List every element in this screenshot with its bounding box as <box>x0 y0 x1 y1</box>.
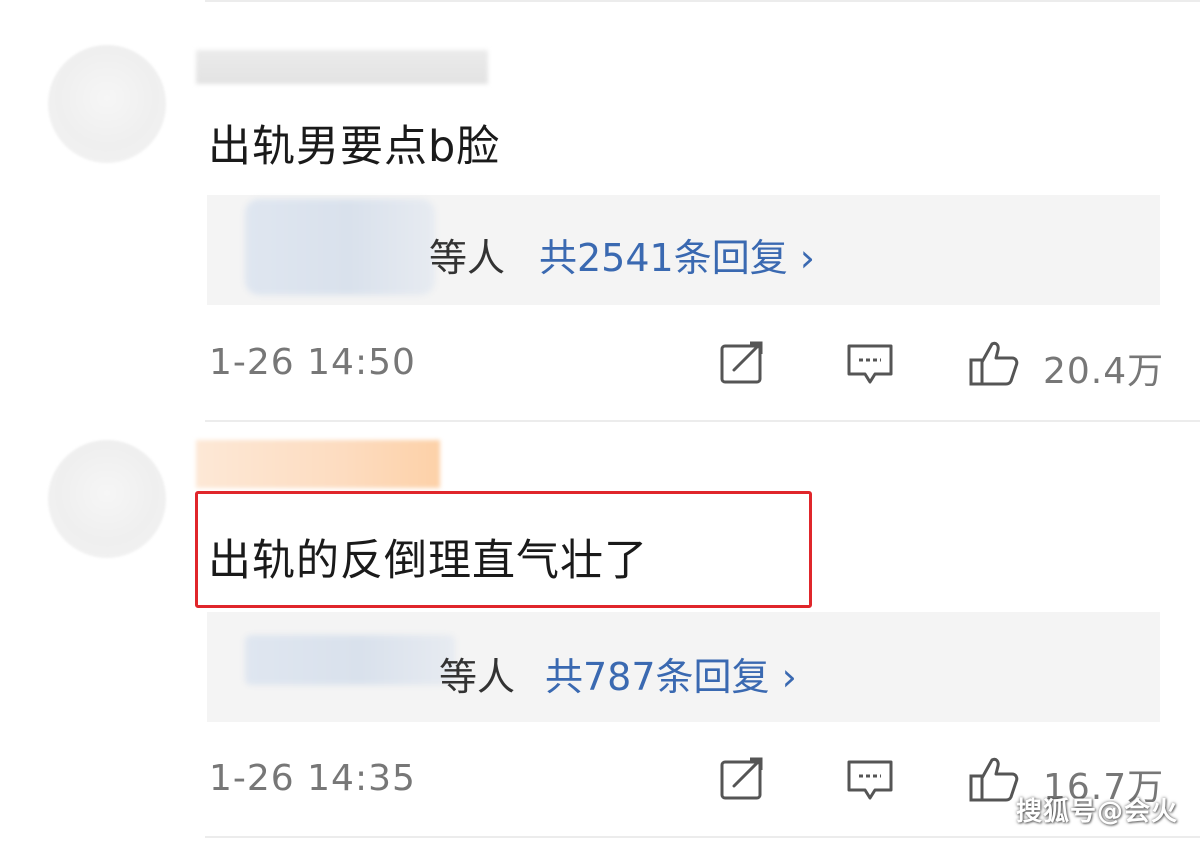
top-divider <box>205 0 1200 2</box>
comment-icon[interactable] <box>845 338 895 388</box>
reply-summary[interactable]: 等人 共2541条回复 › <box>207 195 1160 305</box>
reply-count-link[interactable]: 共2541条回复 › <box>539 227 815 282</box>
reply-count-link[interactable]: 共787条回复 › <box>545 646 797 701</box>
user-avatar[interactable] <box>48 440 166 558</box>
reply-people-label: 等人 <box>439 655 516 699</box>
comment-timestamp: 1-26 14:50 <box>209 342 416 383</box>
comment-text: 出轨的反倒理直气壮了 <box>208 536 648 586</box>
comment-feed: 出轨男要点b脸 等人 共2541条回复 › 1-26 14:50 20.4万 出… <box>0 0 1200 842</box>
comment-icon[interactable] <box>845 754 895 804</box>
share-icon[interactable] <box>718 338 768 388</box>
comment-timestamp: 1-26 14:35 <box>209 758 416 799</box>
comment-footer: 1-26 14:50 20.4万 <box>0 341 1200 392</box>
bottom-divider <box>205 836 1200 838</box>
reply-avatars-blurred <box>245 199 435 295</box>
user-avatar[interactable] <box>48 45 166 163</box>
username-blurred[interactable] <box>196 440 440 488</box>
username-blurred[interactable] <box>196 50 488 84</box>
source-watermark: 搜狐号@会火 <box>1015 797 1178 827</box>
thumbs-up-icon[interactable] <box>968 754 1019 804</box>
like-count: 20.4万 <box>1043 351 1165 392</box>
reply-summary[interactable]: 等人 共787条回复 › <box>207 612 1160 722</box>
reply-people-label: 等人 <box>429 236 506 280</box>
comment-text: 出轨男要点b脸 <box>208 122 501 172</box>
thumbs-up-icon[interactable] <box>968 338 1019 388</box>
share-icon[interactable] <box>718 754 768 804</box>
reply-avatars-blurred <box>245 635 455 685</box>
comment-divider <box>205 420 1200 422</box>
